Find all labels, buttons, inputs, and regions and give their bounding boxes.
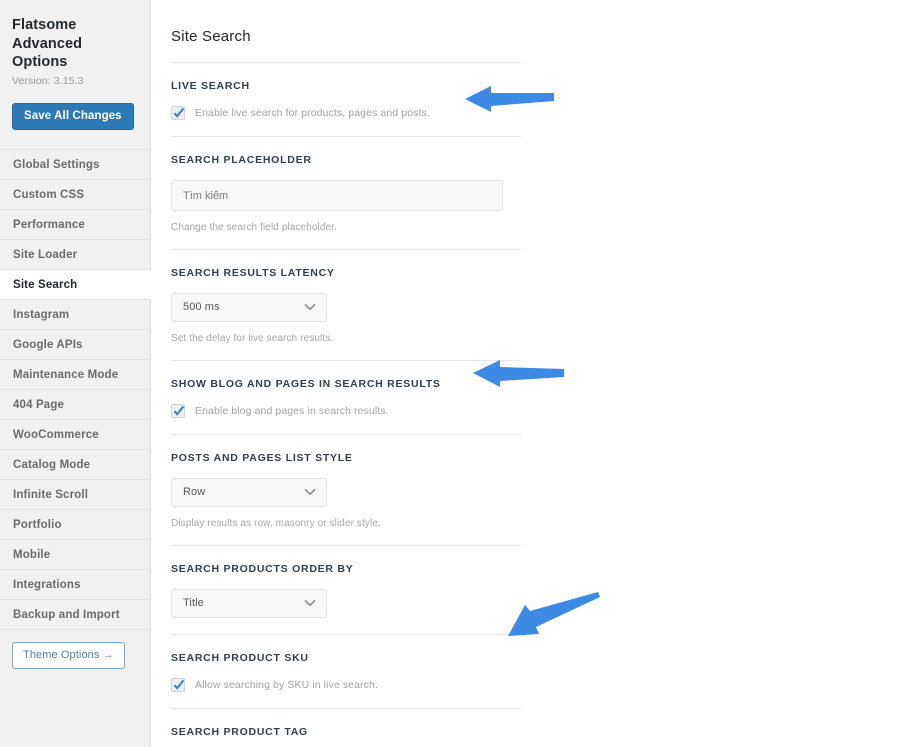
blog-pages-checkbox-row[interactable]: Enable blog and pages in search results. — [171, 404, 521, 418]
version-label: Version: 3.15.3 — [12, 75, 138, 87]
save-all-changes-button-top[interactable]: Save All Changes — [12, 103, 134, 131]
live-search-checkbox-row[interactable]: Enable live search for products, pages a… — [171, 106, 521, 120]
section-label-search-placeholder: SEARCH PLACEHOLDER — [171, 154, 521, 166]
section-search-placeholder: SEARCH PLACEHOLDER Change the search fie… — [171, 137, 521, 249]
sidebar-item-site-search[interactable]: Site Search — [0, 270, 151, 300]
sidebar-item-google-apis[interactable]: Google APIs — [0, 330, 150, 360]
checkmark-icon — [173, 679, 185, 692]
list-style-select-wrapper[interactable]: Row — [171, 478, 327, 507]
section-label-search-product-tag: SEARCH PRODUCT TAG — [171, 726, 521, 738]
search-placeholder-input[interactable] — [171, 180, 503, 211]
blog-pages-checkbox[interactable] — [171, 404, 185, 418]
section-search-product-tag: SEARCH PRODUCT TAG Allow searching by pr… — [171, 709, 521, 747]
section-show-blog-and-pages: SHOW BLOG AND PAGES IN SEARCH RESULTS En… — [171, 361, 521, 434]
section-search-results-latency: SEARCH RESULTS LATENCY 500 ms Set the de… — [171, 250, 521, 360]
sidebar-item-performance[interactable]: Performance — [0, 210, 150, 240]
flatsome-advanced-options-page: Flatsome Advanced Options Version: 3.15.… — [0, 0, 900, 747]
section-label-search-results-latency: SEARCH RESULTS LATENCY — [171, 267, 521, 279]
page-title: Site Search — [171, 28, 521, 62]
brand-title: Flatsome Advanced Options — [12, 16, 138, 72]
sidebar-nav: Global Settings Custom CSS Performance S… — [0, 149, 150, 630]
latency-select[interactable]: 500 ms — [171, 293, 327, 322]
product-sku-checkbox-label: Allow searching by SKU in live search. — [195, 679, 378, 691]
sidebar-item-custom-css[interactable]: Custom CSS — [0, 180, 150, 210]
section-label-search-product-sku: SEARCH PRODUCT SKU — [171, 652, 521, 664]
list-style-help: Display results as row, masonry or slide… — [171, 518, 521, 529]
live-search-checkbox[interactable] — [171, 106, 185, 120]
sidebar-item-backup-and-import[interactable]: Backup and Import — [0, 600, 150, 630]
section-label-search-products-order-by: SEARCH PRODUCTS ORDER BY — [171, 563, 521, 575]
search-placeholder-help: Change the search field placeholder. — [171, 222, 521, 233]
product-sku-checkbox-row[interactable]: Allow searching by SKU in live search. — [171, 678, 521, 692]
sidebar-item-woocommerce[interactable]: WooCommerce — [0, 420, 150, 450]
sidebar-item-global-settings[interactable]: Global Settings — [0, 150, 150, 180]
section-search-products-order-by: SEARCH PRODUCTS ORDER BY Title — [171, 546, 521, 634]
sidebar-item-404-page[interactable]: 404 Page — [0, 390, 150, 420]
list-style-select[interactable]: Row — [171, 478, 327, 507]
sidebar-item-catalog-mode[interactable]: Catalog Mode — [0, 450, 150, 480]
latency-help: Set the delay for live search results. — [171, 333, 521, 344]
sidebar-item-integrations[interactable]: Integrations — [0, 570, 150, 600]
theme-options-button[interactable]: Theme Options → — [12, 642, 125, 669]
sidebar-item-maintenance-mode[interactable]: Maintenance Mode — [0, 360, 150, 390]
sidebar-item-portfolio[interactable]: Portfolio — [0, 510, 150, 540]
brand-title-line1: Flatsome — [12, 16, 138, 35]
settings-column: Site Search LIVE SEARCH Enable live sear… — [171, 28, 521, 747]
checkmark-icon — [173, 405, 185, 418]
product-sku-checkbox[interactable] — [171, 678, 185, 692]
order-by-select[interactable]: Title — [171, 589, 327, 618]
brand-title-line2: Advanced Options — [12, 35, 138, 72]
section-live-search: LIVE SEARCH Enable live search for produ… — [171, 63, 521, 136]
section-search-product-sku: SEARCH PRODUCT SKU Allow searching by SK… — [171, 635, 521, 708]
latency-select-wrapper[interactable]: 500 ms — [171, 293, 327, 322]
blog-pages-checkbox-label: Enable blog and pages in search results. — [195, 405, 389, 417]
main-content: Site Search LIVE SEARCH Enable live sear… — [151, 0, 900, 747]
sidebar: Flatsome Advanced Options Version: 3.15.… — [0, 0, 151, 747]
order-by-select-wrapper[interactable]: Title — [171, 589, 327, 618]
sidebar-item-site-loader[interactable]: Site Loader — [0, 240, 150, 270]
sidebar-item-infinite-scroll[interactable]: Infinite Scroll — [0, 480, 150, 510]
sidebar-item-mobile[interactable]: Mobile — [0, 540, 150, 570]
save-top-wrapper: Save All Changes — [0, 87, 150, 131]
theme-options-wrapper: Theme Options → — [0, 630, 150, 669]
brand-block: Flatsome Advanced Options Version: 3.15.… — [0, 0, 150, 87]
section-posts-pages-list-style: POSTS AND PAGES LIST STYLE Row Display r… — [171, 435, 521, 545]
section-label-live-search: LIVE SEARCH — [171, 80, 521, 92]
sidebar-item-instagram[interactable]: Instagram — [0, 300, 150, 330]
section-label-posts-pages-list-style: POSTS AND PAGES LIST STYLE — [171, 452, 521, 464]
checkmark-icon — [173, 107, 185, 120]
section-label-show-blog-and-pages: SHOW BLOG AND PAGES IN SEARCH RESULTS — [171, 378, 521, 390]
live-search-checkbox-label: Enable live search for products, pages a… — [195, 107, 430, 119]
